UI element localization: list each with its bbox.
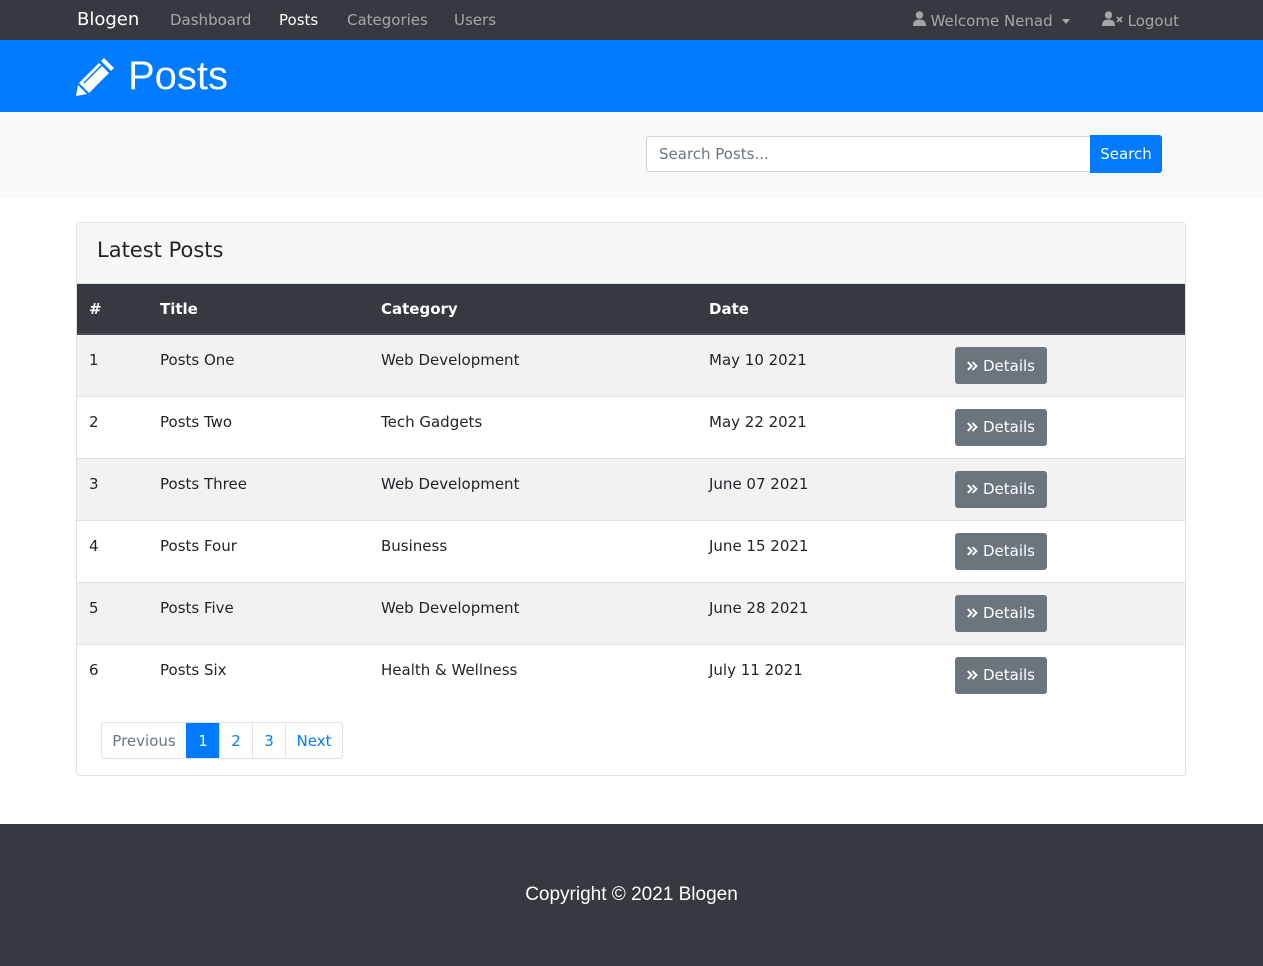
row-category: Web Development [381,474,520,493]
table-row: 3 Posts Three Web Development June 07 20… [77,458,1185,520]
copyright-text: Copyright © 2021 Blogen [525,884,738,905]
nav-link-dashboard[interactable]: Dashboard [170,11,251,29]
chevron-down-icon [1061,19,1070,24]
details-label: Details [982,542,1035,560]
page-title: Posts [128,54,229,98]
row-title: Posts Five [160,598,234,617]
table-row: 6 Posts Six Health & Wellness July 11 20… [77,644,1185,706]
row-number: 6 [89,660,99,679]
nav-link-categories[interactable]: Categories [347,11,428,29]
page-title-wrap: Posts [76,54,228,98]
details-label: Details [982,356,1035,375]
row-actions: Details [943,334,1185,396]
row-date: June 28 2021 [709,598,809,617]
angle-double-right-icon [967,484,978,494]
table-header-row: # Title Category Date [77,284,1185,335]
angle-double-right-icon [967,608,978,618]
row-number: 4 [89,536,99,555]
posts-table: # Title Category Date 1 Posts One Web De… [77,284,1185,706]
pagination-page-2[interactable]: 2 [219,723,252,758]
search-button[interactable]: Search [1090,135,1162,173]
nav-link-users[interactable]: Users [454,11,496,29]
card-title: Latest Posts [97,238,224,262]
user-times-icon [1101,11,1123,30]
row-number: 1 [89,351,99,369]
row-date: June 15 2021 [709,536,809,555]
details-label: Details [982,666,1035,684]
column-header-title: Title [148,284,369,335]
logout-link[interactable]: Logout [1101,11,1179,30]
nav-link-posts[interactable]: Posts [279,11,318,29]
row-date: May 10 2021 [709,351,807,369]
details-button[interactable]: Details [955,470,1047,508]
search-section: Search [0,112,1263,198]
angle-double-right-icon [967,360,978,371]
row-title: Posts Three [160,474,247,493]
details-label: Details [982,604,1035,622]
latest-posts-card: Latest Posts # Title Category Date 1 Pos… [76,222,1186,776]
table-row: 4 Posts Four Business June 15 2021 Detai… [77,520,1185,582]
table-row: 5 Posts Five Web Development June 28 202… [77,582,1185,644]
user-dropdown-label: Welcome Nenad [930,11,1053,30]
row-actions: Details [943,396,1185,458]
pencil-icon [76,58,114,96]
search-group: Search [646,135,1162,173]
column-header-actions [943,284,1185,335]
row-title: Posts Four [160,536,237,555]
row-category: Tech Gadgets [381,412,483,431]
user-dropdown[interactable]: Welcome Nenad [912,11,1070,30]
row-actions: Details [943,582,1185,644]
table-row: 1 Posts One Web Development May 10 2021 … [77,334,1185,396]
row-number: 3 [89,474,99,493]
row-actions: Details [943,458,1185,520]
column-header-number: # [77,284,148,335]
pagination-next[interactable]: Next [285,723,342,758]
page-header: Posts [0,40,1263,112]
angle-double-right-icon [967,422,978,432]
details-button[interactable]: Details [955,532,1047,570]
logout-label: Logout [1127,11,1179,30]
row-actions: Details [943,644,1185,706]
row-date: July 11 2021 [709,660,803,679]
brand-logo[interactable]: Blogen [77,9,139,30]
row-category: Business [381,536,448,555]
row-title: Posts One [160,351,235,369]
navbar: Blogen Dashboard Posts Categories Users … [0,0,1263,40]
details-button[interactable]: Details [955,594,1047,632]
row-date: June 07 2021 [709,474,809,493]
footer: Copyright © 2021 Blogen [0,824,1263,966]
details-button[interactable]: Details [955,408,1047,446]
details-label: Details [982,418,1035,436]
details-button[interactable]: Details [955,656,1047,694]
pagination: Previous 1 2 3 Next [101,722,343,759]
search-input[interactable] [646,136,1090,172]
row-category: Health & Wellness [381,660,518,679]
details-button[interactable]: Details [955,347,1047,384]
pagination-page-1[interactable]: 1 [186,723,219,758]
angle-double-right-icon [967,546,978,556]
card-header: Latest Posts [77,223,1185,284]
row-title: Posts Two [160,412,233,431]
row-number: 2 [89,412,99,431]
column-header-date: Date [697,284,943,335]
user-icon [912,11,926,30]
row-number: 5 [89,598,99,617]
pagination-page-3[interactable]: 3 [252,723,285,758]
pagination-previous[interactable]: Previous [102,723,186,758]
row-title: Posts Six [160,660,227,679]
row-actions: Details [943,520,1185,582]
nav-right: Welcome Nenad Logout [912,11,1179,30]
details-label: Details [982,480,1035,498]
nav-links: Dashboard Posts Categories Users [170,11,527,29]
angle-double-right-icon [967,670,978,680]
column-header-category: Category [369,284,697,335]
table-row: 2 Posts Two Tech Gadgets May 22 2021 Det… [77,396,1185,458]
row-category: Web Development [381,351,520,369]
row-category: Web Development [381,598,520,617]
row-date: May 22 2021 [709,412,807,431]
